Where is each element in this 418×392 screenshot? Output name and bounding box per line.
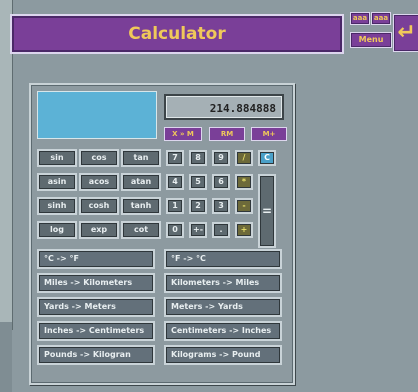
func-sinh-button[interactable]: sinh — [37, 197, 77, 215]
func-tan-button[interactable]: tan — [121, 149, 161, 167]
convert-yards-to-meters-button[interactable]: Yards -> Meters — [37, 297, 155, 317]
key-equals[interactable]: = — [258, 174, 276, 248]
key-decimal[interactable]: . — [212, 222, 230, 238]
key-7[interactable]: 7 — [166, 150, 184, 166]
background-panel-lower — [0, 322, 12, 392]
top-small-button-2[interactable]: aaa — [371, 12, 391, 25]
enter-icon[interactable]: ↵ — [393, 14, 418, 52]
memory-store-button[interactable]: X » M — [164, 127, 202, 141]
convert-km-to-miles-button[interactable]: Kilometers -> Miles — [164, 273, 282, 293]
memory-add-button[interactable]: M+ — [251, 127, 287, 141]
key-1[interactable]: 1 — [166, 198, 184, 214]
convert-kg-to-pounds-button[interactable]: Kilograms -> Pound — [164, 345, 282, 365]
memory-recall-button[interactable]: RM — [209, 127, 245, 141]
menu-button[interactable]: Menu — [350, 32, 392, 48]
func-atan-button[interactable]: atan — [121, 173, 161, 191]
calculator-side-panel — [37, 91, 157, 139]
top-small-button-1[interactable]: aaa — [350, 12, 370, 25]
key-plus-minus[interactable]: +- — [189, 222, 207, 238]
key-2[interactable]: 2 — [189, 198, 207, 214]
key-9[interactable]: 9 — [212, 150, 230, 166]
key-6[interactable]: 6 — [212, 174, 230, 190]
calculator-window: 214.884888 X » M RM M+ sin cos tan asin … — [29, 83, 295, 385]
key-5[interactable]: 5 — [189, 174, 207, 190]
func-cosh-button[interactable]: cosh — [79, 197, 119, 215]
func-cos-button[interactable]: cos — [79, 149, 119, 167]
convert-c-to-f-button[interactable]: °C -> °F — [37, 249, 155, 269]
func-sin-button[interactable]: sin — [37, 149, 77, 167]
key-multiply[interactable]: * — [235, 174, 253, 190]
key-8[interactable]: 8 — [189, 150, 207, 166]
window-title: Calculator — [128, 24, 226, 44]
title-bar: Calculator — [10, 14, 344, 54]
key-minus[interactable]: - — [235, 198, 253, 214]
calculator-display: 214.884888 — [164, 94, 284, 120]
convert-meters-to-yards-button[interactable]: Meters -> Yards — [164, 297, 282, 317]
key-plus[interactable]: + — [235, 222, 253, 238]
func-log-button[interactable]: log — [37, 221, 77, 239]
func-asin-button[interactable]: asin — [37, 173, 77, 191]
key-clear[interactable]: C — [258, 150, 276, 166]
convert-pounds-to-kg-button[interactable]: Pounds -> Kilogran — [37, 345, 155, 365]
func-cot-button[interactable]: cot — [121, 221, 161, 239]
convert-miles-to-km-button[interactable]: Miles -> Kilometers — [37, 273, 155, 293]
convert-cm-to-inches-button[interactable]: Centimeters -> Inches — [164, 321, 282, 341]
func-tanh-button[interactable]: tanh — [121, 197, 161, 215]
func-exp-button[interactable]: exp — [79, 221, 119, 239]
convert-inches-to-cm-button[interactable]: Inches -> Centimeters — [37, 321, 155, 341]
convert-f-to-c-button[interactable]: °F -> °C — [164, 249, 282, 269]
func-acos-button[interactable]: acos — [79, 173, 119, 191]
key-0[interactable]: 0 — [166, 222, 184, 238]
key-4[interactable]: 4 — [166, 174, 184, 190]
key-3[interactable]: 3 — [212, 198, 230, 214]
key-divide[interactable]: / — [235, 150, 253, 166]
